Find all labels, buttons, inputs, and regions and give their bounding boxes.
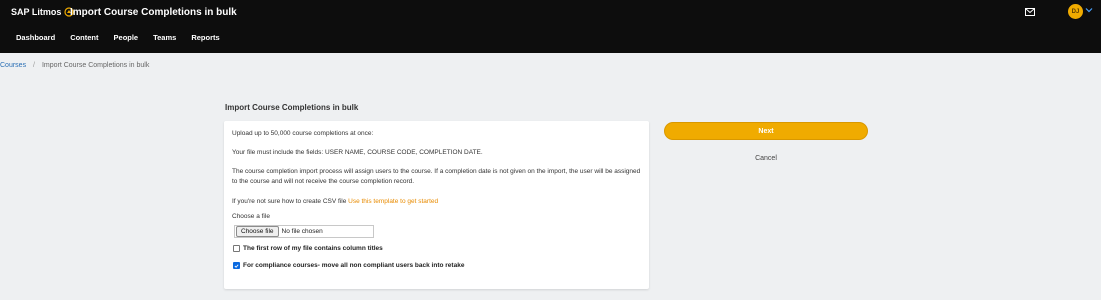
file-status: No file chosen [281, 228, 323, 235]
page-title: Import Course Completions in bulk [225, 103, 359, 112]
nav-item-people[interactable]: People [114, 33, 139, 42]
breadcrumb: Courses / Import Course Completions in b… [0, 62, 149, 69]
nav-item-content[interactable]: Content [70, 33, 98, 42]
csv-help: If you're not sure how to create CSV fil… [232, 197, 438, 207]
checkmark-icon [234, 263, 239, 268]
brand[interactable]: SAP Litmos [11, 7, 74, 17]
breadcrumb-link-courses[interactable]: Courses [0, 62, 26, 69]
top-bar: SAP Litmos Import Course Completions in … [0, 0, 1101, 53]
main-nav: Dashboard Content People Teams Reports [16, 33, 235, 42]
process-note: The course completion import process wil… [232, 168, 641, 185]
cancel-button[interactable]: Cancel [664, 152, 868, 164]
compliance-option[interactable]: For compliance courses- move all non com… [233, 262, 464, 269]
nav-item-reports[interactable]: Reports [191, 33, 219, 42]
brand-name: SAP Litmos [11, 7, 62, 17]
nav-item-teams[interactable]: Teams [153, 33, 176, 42]
mail-icon[interactable] [1025, 8, 1035, 16]
avatar[interactable]: DJ [1068, 4, 1083, 19]
import-form-card: Upload up to 50,000 course completions a… [224, 121, 649, 289]
breadcrumb-current: Import Course Completions in bulk [41, 62, 150, 69]
compliance-checkbox[interactable] [233, 262, 240, 269]
template-link[interactable]: Use this template to get started [348, 198, 438, 205]
choose-file-label: Choose a file [232, 213, 270, 220]
breadcrumb-separator: / [33, 62, 35, 69]
compliance-label: For compliance courses- move all non com… [243, 262, 465, 269]
nav-item-dashboard[interactable]: Dashboard [16, 33, 55, 42]
intro-text: Upload up to 50,000 course completions a… [232, 130, 374, 137]
fields-note: Your file must include the fields: USER … [232, 149, 483, 156]
app-title: Import Course Completions in bulk [70, 7, 237, 18]
next-button[interactable]: Next [664, 122, 868, 140]
header-row-checkbox[interactable] [233, 245, 240, 252]
file-input[interactable]: Choose file No file chosen [234, 225, 374, 238]
choose-file-button[interactable]: Choose file [236, 226, 279, 237]
chevron-down-icon[interactable] [1085, 7, 1093, 13]
header-row-option[interactable]: The first row of my file contains column… [233, 245, 383, 252]
csv-help-text: If you're not sure how to create CSV fil… [232, 198, 347, 205]
header-row-label: The first row of my file contains column… [243, 245, 383, 252]
